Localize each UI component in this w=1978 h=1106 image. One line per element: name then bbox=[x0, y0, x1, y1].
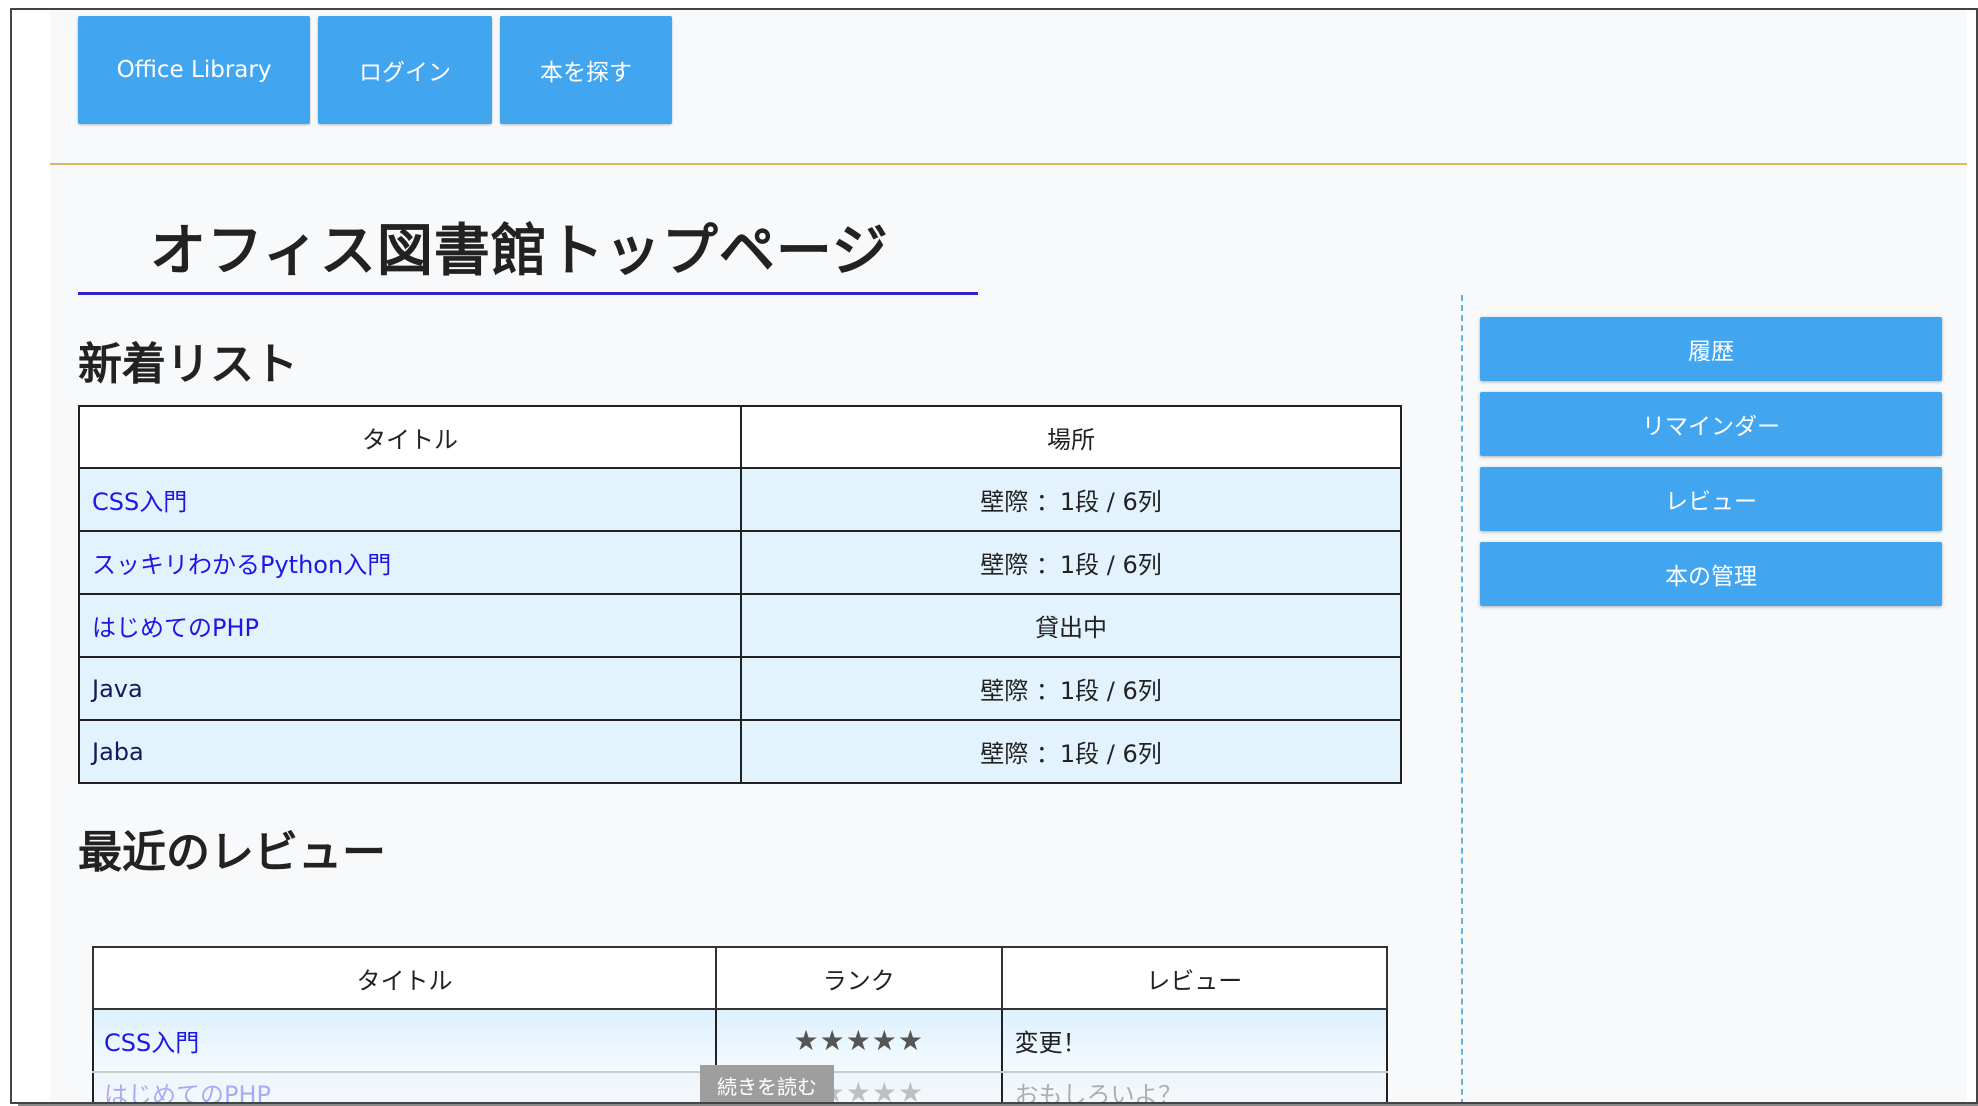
review-title-link[interactable]: はじめてのPHP bbox=[104, 1081, 271, 1103]
column-header-rank: ランク bbox=[714, 946, 1003, 1010]
sidebar: 履歴 リマインダー レビュー 本の管理 bbox=[1480, 317, 1942, 617]
book-location-cell: 壁際 ：1段 / 6列 bbox=[740, 467, 1402, 532]
review-title-link[interactable]: CSS入門 bbox=[104, 1029, 199, 1057]
table-row: CSS入門 ★★★★★ 変更！ bbox=[92, 1008, 1389, 1073]
sidebar-reminder-button[interactable]: リマインダー bbox=[1480, 392, 1942, 456]
book-title-cell: Java bbox=[78, 656, 742, 721]
table-row: Jaba 壁際 ：1段 / 6列 bbox=[78, 719, 1402, 784]
sidebar-book-management-button[interactable]: 本の管理 bbox=[1480, 542, 1942, 606]
new-list-heading: 新着リスト bbox=[78, 339, 298, 390]
book-location-cell: 貸出中 bbox=[740, 593, 1402, 658]
review-text-cell: おもしろいよ？ bbox=[1000, 1071, 1389, 1102]
book-title-cell: CSS入門 bbox=[78, 467, 742, 532]
sidebar-review-button[interactable]: レビュー bbox=[1480, 467, 1942, 531]
page-title-underline bbox=[78, 292, 978, 295]
book-title-link[interactable]: Java bbox=[92, 675, 143, 703]
table-header-row: タイトル 場所 bbox=[78, 405, 1402, 469]
book-title-link[interactable]: スッキリわかるPython入門 bbox=[92, 551, 391, 579]
recent-reviews-heading: 最近のレビュー bbox=[78, 827, 386, 878]
column-header-review: レビュー bbox=[1000, 946, 1389, 1010]
book-location-cell: 壁際 ：1段 / 6列 bbox=[740, 719, 1402, 784]
column-header-location: 場所 bbox=[740, 405, 1402, 469]
sidebar-divider bbox=[1461, 295, 1463, 1102]
table-row: はじめてのPHP 貸出中 bbox=[78, 593, 1402, 658]
book-title-link[interactable]: はじめてのPHP bbox=[92, 614, 259, 642]
nav-search-books-button[interactable]: 本を探す bbox=[500, 16, 672, 124]
nav-login-button[interactable]: ログイン bbox=[318, 16, 492, 124]
sidebar-history-button[interactable]: 履歴 bbox=[1480, 317, 1942, 381]
nav-office-library-button[interactable]: Office Library bbox=[78, 16, 310, 124]
table-header-row: タイトル ランク レビュー bbox=[92, 946, 1389, 1010]
table-row: Java 壁際 ：1段 / 6列 bbox=[78, 656, 1402, 721]
read-more-button[interactable]: 続きを読む bbox=[700, 1065, 834, 1102]
review-title-cell: はじめてのPHP bbox=[92, 1071, 717, 1103]
top-nav: Office Library ログイン 本を探す bbox=[78, 16, 672, 126]
page: Office Library ログイン 本を探す オフィス図書館トップページ 新… bbox=[50, 10, 1967, 1103]
table-row: スッキリわかるPython入門 壁際 ：1段 / 6列 bbox=[78, 530, 1402, 595]
book-title-cell: Jaba bbox=[78, 719, 742, 784]
page-title: オフィス図書館トップページ bbox=[150, 219, 889, 284]
book-title-link[interactable]: Jaba bbox=[92, 738, 144, 766]
book-location-cell: 壁際 ：1段 / 6列 bbox=[740, 656, 1402, 721]
review-text-cell: 変更！ bbox=[1000, 1008, 1389, 1073]
column-header-title: タイトル bbox=[78, 405, 742, 469]
table-row: CSS入門 壁際 ：1段 / 6列 bbox=[78, 467, 1402, 532]
book-title-cell: はじめてのPHP bbox=[78, 593, 742, 658]
review-rank-stars: ★★★★★ bbox=[714, 1008, 1003, 1073]
book-title-link[interactable]: CSS入門 bbox=[92, 488, 187, 516]
book-title-cell: スッキリわかるPython入門 bbox=[78, 530, 742, 595]
header-divider bbox=[50, 163, 1967, 165]
review-title-cell: CSS入門 bbox=[92, 1008, 717, 1073]
new-list-table: タイトル 場所 CSS入門 壁際 ：1段 / 6列 スッキリわかるPython入… bbox=[78, 405, 1402, 784]
column-header-title: タイトル bbox=[92, 946, 717, 1010]
book-location-cell: 壁際 ：1段 / 6列 bbox=[740, 530, 1402, 595]
browser-frame: Office Library ログイン 本を探す オフィス図書館トップページ 新… bbox=[10, 8, 1978, 1104]
